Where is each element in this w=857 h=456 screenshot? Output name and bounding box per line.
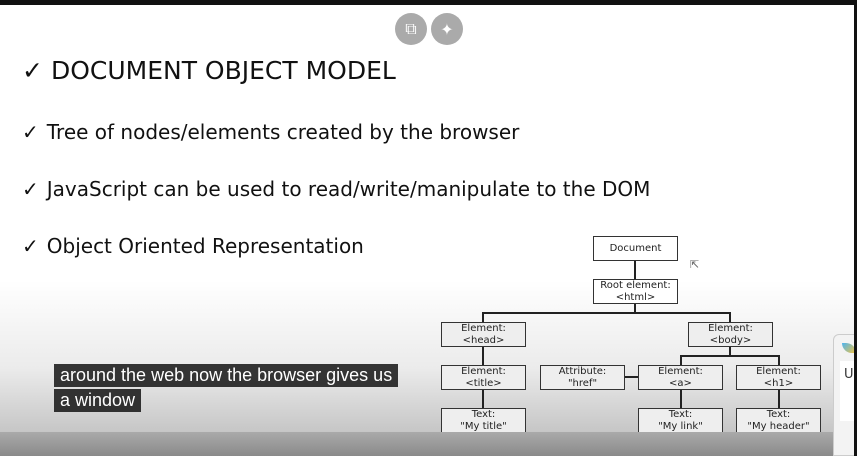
- node-attribute: Attribute: "href": [540, 365, 625, 390]
- sparkle-icon: ✦: [440, 19, 454, 39]
- popout-icon: ⧉: [405, 19, 417, 38]
- bullet-2: ✓ JavaScript can be used to read/write/ma…: [22, 177, 650, 201]
- mouse-cursor-icon: ⇱: [690, 258, 700, 271]
- bullet-1: ✓ Tree of nodes/elements created by the b…: [22, 120, 519, 144]
- slide-title: ✓ DOCUMENT OBJECT MODEL: [22, 56, 396, 85]
- node-document: Document: [593, 236, 678, 261]
- bullet-text: Tree of nodes/elements created by the br…: [46, 120, 520, 144]
- node-text-title: Text: "My title": [441, 408, 526, 433]
- ai-sparkle-button[interactable]: ✦: [431, 13, 463, 45]
- node-root: Root element: <html>: [593, 279, 678, 304]
- check-icon: ✓: [22, 56, 43, 85]
- node-a: Element: <a>: [638, 365, 723, 390]
- title-text: DOCUMENT OBJECT MODEL: [50, 56, 396, 85]
- check-icon: ✓: [22, 177, 39, 201]
- node-text-header: Text: "My header": [736, 408, 821, 433]
- top-bar: [0, 0, 857, 5]
- node-h1: Element: <h1>: [736, 365, 821, 390]
- node-body: Element: <body>: [688, 322, 773, 347]
- caption-line-2: a window: [54, 389, 142, 412]
- bullet-text: Object Oriented Representation: [46, 234, 364, 258]
- node-title: Element: <title>: [441, 365, 526, 390]
- check-icon: ✓: [22, 120, 39, 144]
- check-icon: ✓: [22, 234, 39, 258]
- node-head: Element: <head>: [441, 322, 526, 347]
- caption-line-1: around the web now the browser gives us: [54, 364, 399, 387]
- player-bottom-bar: [0, 432, 857, 456]
- bullet-text: JavaScript can be used to read/write/man…: [46, 177, 651, 201]
- bullet-3: ✓ Object Oriented Representation: [22, 234, 364, 258]
- popout-button[interactable]: ⧉: [395, 13, 427, 45]
- node-text-link: Text: "My link": [638, 408, 723, 433]
